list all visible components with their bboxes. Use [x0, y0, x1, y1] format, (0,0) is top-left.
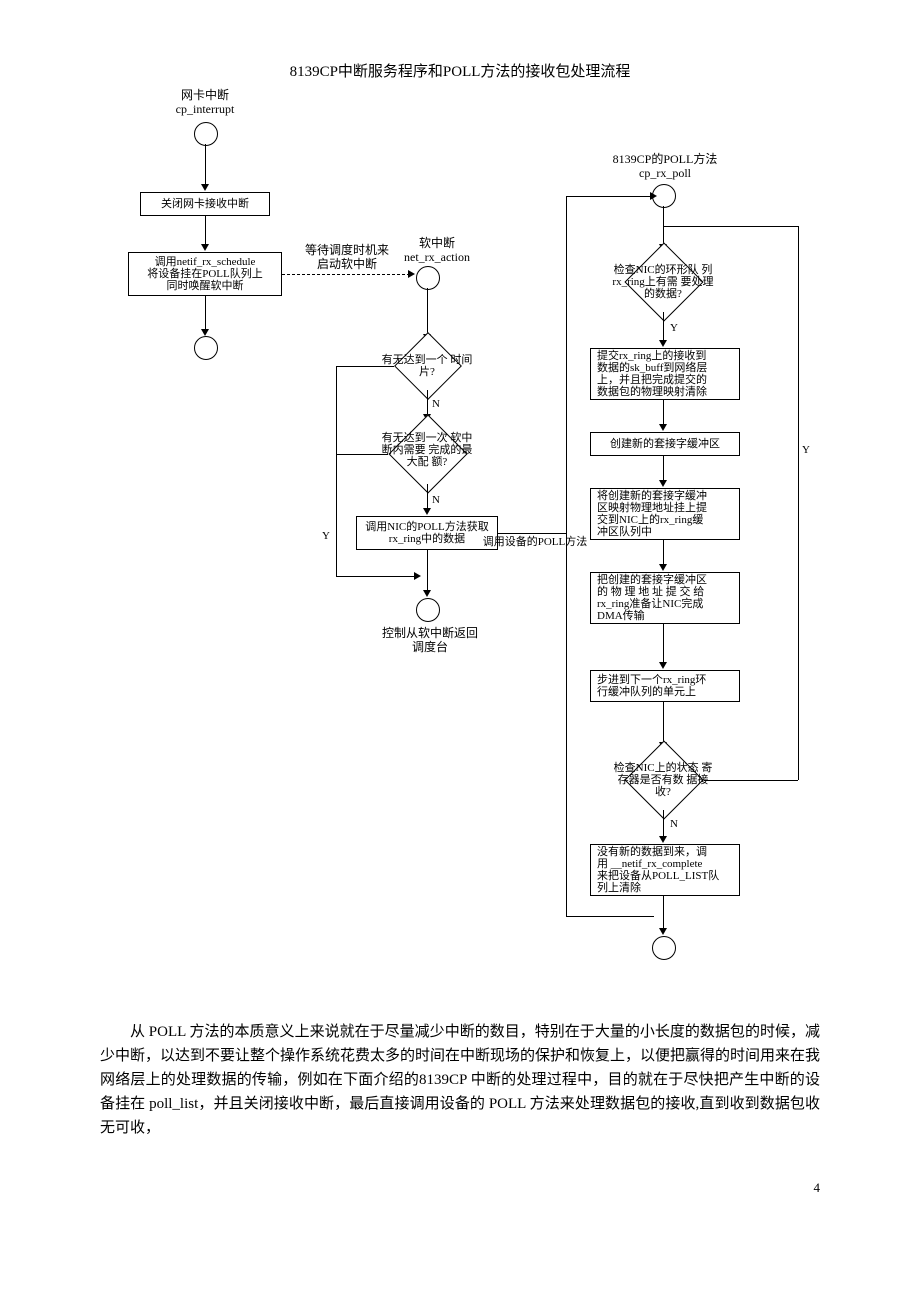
connector — [663, 456, 664, 482]
arrow-icon — [414, 572, 421, 580]
label-func: cp_interrupt — [176, 102, 235, 116]
page-number: 4 — [100, 1180, 820, 1196]
terminator-mid — [416, 598, 440, 622]
box-close-rx: 关闭网卡接收中断 — [140, 192, 270, 216]
arrow-icon — [659, 424, 667, 431]
connector — [663, 810, 664, 838]
connector — [427, 550, 428, 592]
nic-interrupt-label: 网卡中断 cp_interrupt — [155, 88, 255, 117]
connector — [427, 288, 428, 336]
terminator-start-2 — [416, 266, 440, 290]
connector — [336, 454, 388, 455]
terminator-end-3 — [652, 936, 676, 960]
diagram-title: 8139CP中断服务程序和POLL方法的接收包处理流程 — [250, 60, 670, 81]
edge-n: N — [670, 818, 678, 830]
arrow-icon — [659, 480, 667, 487]
label-text: 8139CP的POLL方法 — [613, 152, 718, 166]
box-submit-phys: 把创建的套接字缓冲区 的 物 理 地 址 提 交 给 rx_ring准备让NIC… — [590, 572, 740, 624]
connector — [566, 916, 654, 917]
arrow-icon — [201, 184, 209, 191]
label-func: cp_rx_poll — [639, 166, 691, 180]
arrow-icon — [659, 928, 667, 935]
connector — [336, 576, 416, 577]
box-map-skb: 将创建新的套接字缓冲 区映射物理地址挂上提 交到NIC上的rx_ring缓 冲区… — [590, 488, 740, 540]
diamond-check-status: 检查NIC上的状态 寄存器是否有数 据接收? — [620, 750, 706, 810]
arrow-icon — [650, 192, 657, 200]
body-paragraph: 从 POLL 方法的本质意义上来说就在于尽量减少中断的数目，特别在于大量的小长度… — [100, 1020, 820, 1140]
diamond-max-quota: 有无达到一次 软中断内需要 完成的最大配 额? — [386, 422, 468, 488]
connector — [205, 144, 206, 186]
arrow-icon — [423, 590, 431, 597]
diamond-timeslice: 有无达到一个 时间片? — [392, 342, 462, 392]
box-submit-rx-ring: 提交rx_ring上的接收到 数据的sk_buff到网络层 上，并且把完成提交的… — [590, 348, 740, 400]
box-no-new-data: 没有新的数据到来，调 用 __netif_rx_complete 来把设备从PO… — [590, 844, 740, 896]
terminator-end-1 — [194, 336, 218, 360]
arrow-icon — [659, 836, 667, 843]
connector — [427, 484, 428, 510]
arrow-icon — [201, 244, 209, 251]
box-netif-rx-schedule: 调用netif_rx_schedule 将设备挂在POLL队列上 同时唤醒软中断 — [128, 252, 282, 296]
connector — [663, 312, 664, 342]
arrow-icon — [408, 270, 415, 278]
connector — [663, 540, 664, 566]
softirq-label: 软中断 net_rx_action — [382, 236, 492, 265]
connector-dashed — [282, 274, 410, 275]
terminator-start-1 — [194, 122, 218, 146]
connector — [566, 196, 654, 197]
arrow-icon — [659, 564, 667, 571]
label-func: net_rx_action — [404, 250, 470, 264]
connector — [663, 226, 798, 227]
arrow-icon — [659, 340, 667, 347]
arrow-icon — [423, 508, 431, 515]
flowchart-diagram: 8139CP中断服务程序和POLL方法的接收包处理流程 网卡中断 cp_inte… — [100, 60, 820, 1000]
label-text: 软中断 — [419, 236, 455, 250]
connector — [663, 896, 664, 930]
connector — [663, 400, 664, 426]
arrow-icon — [659, 662, 667, 669]
connector — [336, 366, 394, 367]
connector — [336, 366, 337, 576]
connector — [704, 780, 798, 781]
box-create-skb: 创建新的套接字缓冲区 — [590, 432, 740, 456]
connector — [205, 216, 206, 246]
arrow-icon — [201, 329, 209, 336]
softirq-return-label: 控制从软中断返回 调度台 — [370, 626, 490, 655]
connector — [663, 624, 664, 664]
edge-y: Y — [802, 444, 810, 456]
edge-y: Y — [322, 530, 330, 542]
edge-n: N — [432, 398, 440, 410]
label-text: 网卡中断 — [181, 88, 229, 102]
connector — [205, 296, 206, 331]
connector — [427, 390, 428, 416]
call-poll-label: 调用设备的POLL方法 — [470, 536, 600, 549]
edge-y: Y — [670, 322, 678, 334]
box-step-next: 步进到下一个rx_ring环 行缓冲队列的单元上 — [590, 670, 740, 702]
connector — [566, 196, 567, 916]
diamond-check-rx-ring: 检查NIC的环形队 列rx_ring上有需 要处理的数据? — [618, 252, 708, 312]
connector — [498, 533, 566, 534]
connector — [663, 702, 664, 744]
poll-label: 8139CP的POLL方法 cp_rx_poll — [595, 152, 735, 181]
edge-n: N — [432, 494, 440, 506]
connector — [798, 226, 799, 780]
